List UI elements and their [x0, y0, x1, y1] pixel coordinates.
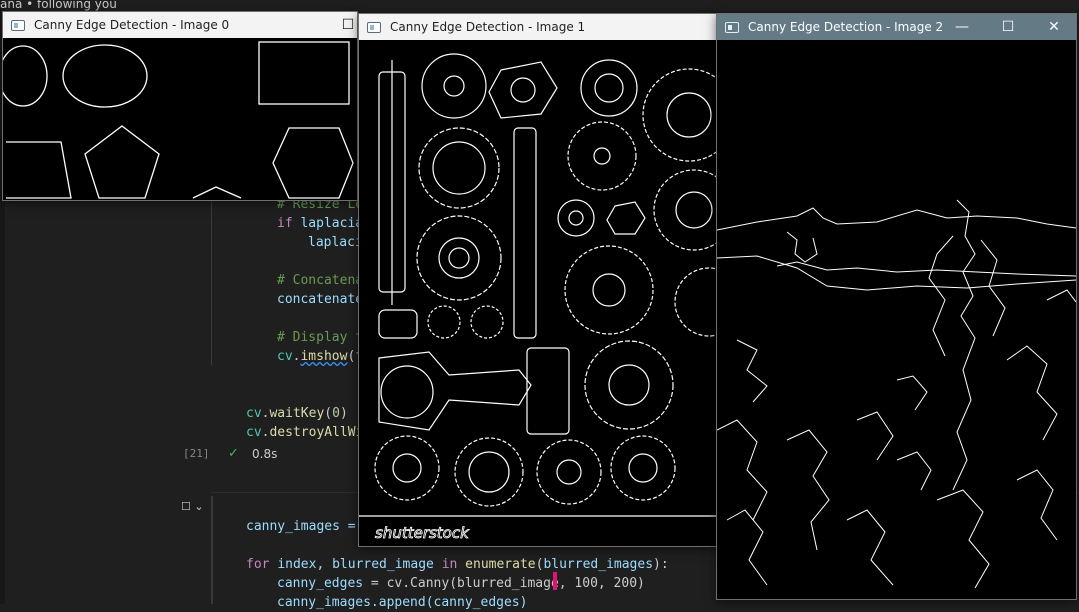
code-line-comment-display[interactable]: # Display t: [277, 328, 363, 347]
code-line-destroy[interactable]: cv.destroyAllWi: [246, 423, 363, 442]
maximize-icon[interactable]: ☐: [985, 14, 1031, 40]
cell-focus-bar: [211, 496, 213, 604]
minimize-icon[interactable]: —: [939, 14, 985, 40]
canny-shapes-image: [3, 41, 354, 199]
window-0-title: Canny Edge Detection - Image 0: [34, 18, 230, 32]
watermark-text: shutterstock: [375, 524, 470, 542]
notification-text: ana • following you: [0, 0, 117, 11]
opencv-window-icon: [725, 21, 739, 33]
window-2-title: Canny Edge Detection - Image 2: [748, 20, 944, 34]
cell-execution-count: [21]: [183, 447, 210, 460]
success-check-icon: ✓: [228, 446, 239, 461]
window-image-1[interactable]: Canny Edge Detection - Image 1 shutterst…: [358, 13, 720, 547]
window-2-titlebar[interactable]: Canny Edge Detection - Image 2 — ☐ ✕: [717, 14, 1076, 40]
code-line-laplaci[interactable]: laplaci: [308, 233, 363, 252]
canny-landscape-image: [717, 199, 1076, 589]
window-0-canvas: [3, 38, 357, 200]
cell-run-toggle-icon[interactable]: ☐ ⌄: [181, 500, 204, 513]
window-1-canvas: shutterstock: [359, 40, 719, 546]
window-image-0[interactable]: Canny Edge Detection - Image 0 ☐: [2, 11, 358, 201]
window-1-titlebar[interactable]: Canny Edge Detection - Image 1: [359, 14, 719, 40]
window-2-canvas: [717, 40, 1076, 599]
code-line-comment-concat[interactable]: # Concatena: [277, 271, 363, 290]
opencv-window-icon: [367, 21, 381, 33]
indent-guide: [211, 190, 212, 365]
execution-time: 0.8s: [252, 447, 278, 461]
window-0-titlebar[interactable]: Canny Edge Detection - Image 0 ☐: [3, 12, 357, 38]
opencv-window-icon: [11, 19, 25, 31]
window-image-2[interactable]: Canny Edge Detection - Image 2 — ☐ ✕: [716, 13, 1077, 600]
code-line-concatenate[interactable]: concatenate: [277, 290, 363, 309]
text-cursor: [553, 572, 557, 590]
code-line-canny-images[interactable]: canny_images =: [246, 517, 363, 536]
canny-gears-image: shutterstock: [359, 53, 719, 542]
code-line-waitkey[interactable]: cv.waitKey(0): [246, 404, 348, 423]
close-icon[interactable]: ✕: [1031, 14, 1077, 40]
window-1-title: Canny Edge Detection - Image 1: [390, 20, 586, 34]
code-line-canny-call[interactable]: canny_edges = cv.Canny(blurred_image, 10…: [277, 574, 645, 593]
code-line-append[interactable]: canny_images.append(canny_edges): [277, 593, 527, 612]
code-line-if[interactable]: if laplacia: [277, 214, 363, 233]
code-line-for[interactable]: for index, blurred_image in enumerate(bl…: [246, 555, 669, 574]
code-line-imshow[interactable]: cv.imshow(f: [277, 347, 363, 366]
